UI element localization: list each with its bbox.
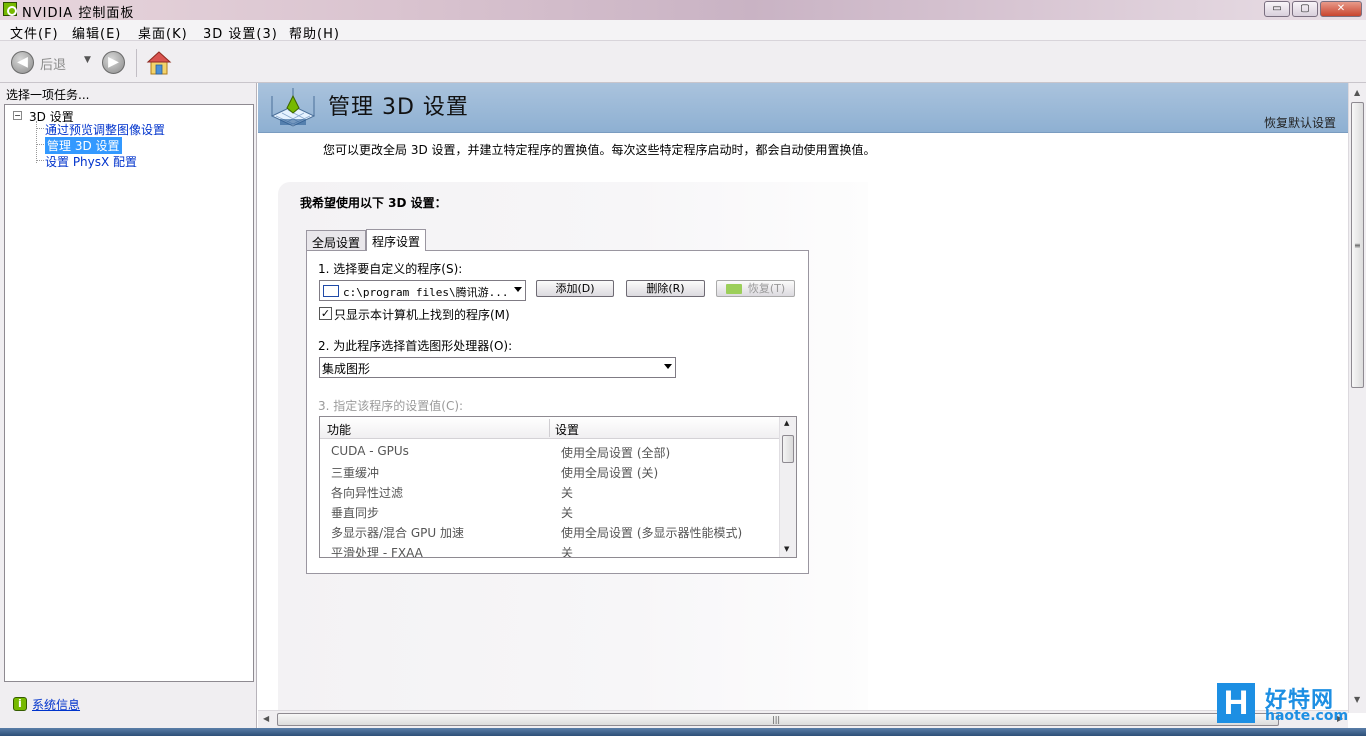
show-found-programs-label[interactable]: 只显示本计算机上找到的程序(M) <box>334 306 510 323</box>
watermark-url: haote.com <box>1265 708 1349 724</box>
maximize-button[interactable]: ▢ <box>1292 1 1318 17</box>
page-header: 管理 3D 设置 恢复默认设置 <box>258 83 1348 133</box>
menu-bar: 文件(F) 编辑(E) 桌面(K) 3D 设置(3) 帮助(H) <box>0 20 1366 42</box>
settings-list-header: 功能 设置 <box>320 417 780 439</box>
setting-cell: 使用全局设置 (全部) <box>561 446 671 460</box>
menu-desktop[interactable]: 桌面(K) <box>138 23 188 42</box>
tree-connector <box>36 160 44 161</box>
setting-cell: 关 <box>561 506 574 520</box>
chevron-down-icon <box>664 364 672 369</box>
column-divider <box>549 419 550 437</box>
section-heading: 我希望使用以下 3D 设置： <box>300 196 447 210</box>
feature-cell: 三重缓冲 <box>331 466 380 480</box>
step3-label: 3. 指定该程序的设置值(C): <box>318 399 464 413</box>
menu-file[interactable]: 文件(F) <box>10 23 59 42</box>
gpu-select[interactable]: 集成图形 <box>319 357 676 378</box>
program-settings-panel: 1. 选择要自定义的程序(S): c:\program files\腾讯游...… <box>306 250 809 574</box>
scroll-down-icon[interactable]: ▼ <box>784 545 789 553</box>
grip-icon: ≡ <box>1354 241 1361 250</box>
tab-program-settings[interactable]: 程序设置 <box>366 229 427 251</box>
setting-cell: 关 <box>561 486 574 500</box>
step1-label: 1. 选择要自定义的程序(S): <box>318 262 463 276</box>
window-title: NVIDIA 控制面板 <box>22 6 135 21</box>
watermark-logo: H <box>1217 683 1255 723</box>
tree-connector <box>36 128 44 129</box>
column-setting[interactable]: 设置 <box>555 421 579 438</box>
system-info-icon <box>13 697 27 711</box>
setting-cell: 关 <box>561 546 574 558</box>
tree-item-physx-configuration[interactable]: 设置 PhysX 配置 <box>45 153 137 170</box>
feature-cell: 垂直同步 <box>331 506 380 520</box>
column-feature[interactable]: 功能 <box>327 421 351 438</box>
collapse-icon[interactable]: − <box>13 111 22 120</box>
page-vertical-scrollbar[interactable]: ▲ ≡ ▼ <box>1348 83 1366 713</box>
scroll-up-icon[interactable]: ▲ <box>784 419 789 427</box>
content-panel: 管理 3D 设置 恢复默认设置 您可以更改全局 3D 设置，并建立特定程序的置换… <box>258 83 1366 728</box>
tree-item-adjust-image-settings[interactable]: 通过预览调整图像设置 <box>45 121 165 138</box>
table-row[interactable]: CUDA - GPUs 使用全局设置 (全部) <box>320 441 780 461</box>
delete-program-button[interactable]: 删除(R) <box>626 280 705 297</box>
back-icon[interactable]: ◀ <box>11 51 34 74</box>
page-description: 您可以更改全局 3D 设置，并建立特定程序的置换值。每次这些特定程序启动时，都会… <box>323 143 876 157</box>
horizontal-scrollbar-thumb[interactable]: ||| <box>277 713 1279 726</box>
taskbar <box>0 728 1366 736</box>
setting-cell: 使用全局设置 (多显示器性能模式) <box>561 526 743 540</box>
3d-settings-icon <box>270 88 316 127</box>
menu-edit[interactable]: 编辑(E) <box>72 23 121 42</box>
nvidia-small-icon <box>725 284 742 294</box>
vertical-scrollbar-thumb[interactable]: ≡ <box>1351 102 1364 388</box>
program-select[interactable]: c:\program files\腾讯游... <box>319 280 526 301</box>
feature-cell: 平滑处理 - FXAA <box>331 546 423 558</box>
page-title: 管理 3D 设置 <box>328 95 469 120</box>
scroll-down-icon[interactable]: ▼ <box>1354 695 1360 704</box>
task-panel: 选择一项任务... − 3D 设置 通过预览调整图像设置 管理 3D 设置 设置… <box>0 83 257 728</box>
table-row[interactable]: 平滑处理 - FXAA 关 <box>320 541 780 558</box>
home-icon[interactable] <box>146 50 172 76</box>
restore-program-button[interactable]: 恢复(T) <box>716 280 795 297</box>
scroll-up-icon[interactable]: ▲ <box>1354 88 1360 97</box>
toolbar-separator <box>136 49 137 77</box>
settings-section: 我希望使用以下 3D 设置： 全局设置 程序设置 1. 选择要自定义的程序(S)… <box>278 182 868 728</box>
back-button-label[interactable]: 后退 <box>40 54 66 73</box>
feature-cell: 各向异性过滤 <box>331 486 404 500</box>
nvidia-logo-icon <box>3 2 17 16</box>
show-found-programs-checkbox[interactable]: ✓ <box>319 307 332 320</box>
tree-connector <box>36 144 44 145</box>
table-row[interactable]: 垂直同步 关 <box>320 501 780 521</box>
program-window-icon <box>323 285 339 297</box>
chevron-down-icon <box>514 287 522 292</box>
scroll-left-icon[interactable]: ◀ <box>263 714 269 723</box>
history-dropdown-icon[interactable]: ▼ <box>84 55 91 65</box>
gpu-select-value: 集成图形 <box>322 362 371 376</box>
system-info-link[interactable]: 系统信息 <box>32 696 80 713</box>
tab-global-settings[interactable]: 全局设置 <box>306 230 367 251</box>
title-bar: NVIDIA 控制面板 ▭ ▢ ✕ <box>0 0 1366 21</box>
add-program-button[interactable]: 添加(D) <box>536 280 614 297</box>
task-prompt: 选择一项任务... <box>6 88 90 102</box>
task-tree: − 3D 设置 通过预览调整图像设置 管理 3D 设置 设置 PhysX 配置 <box>4 104 254 682</box>
restore-program-button-label: 恢复(T) <box>747 282 786 295</box>
menu-3d-settings[interactable]: 3D 设置(3) <box>203 23 278 42</box>
table-row[interactable]: 三重缓冲 使用全局设置 (关) <box>320 461 780 481</box>
program-select-value: c:\program files\腾讯游... <box>343 286 509 299</box>
forward-icon[interactable]: ▶ <box>102 51 125 74</box>
table-row[interactable]: 多显示器/混合 GPU 加速 使用全局设置 (多显示器性能模式) <box>320 521 780 541</box>
toolbar: ◀ 后退 ▼ ▶ <box>0 41 1366 83</box>
restore-defaults-link[interactable]: 恢复默认设置 <box>1264 114 1336 131</box>
step2-label: 2. 为此程序选择首选图形处理器(O): <box>318 339 513 353</box>
setting-cell: 使用全局设置 (关) <box>561 466 659 480</box>
page-horizontal-scrollbar[interactable]: ◀ ||| ▶ <box>258 710 1348 728</box>
settings-list: 功能 设置 CUDA - GPUs 使用全局设置 (全部) 三重缓冲 使用全局设… <box>319 416 797 558</box>
scrollbar-thumb[interactable] <box>782 435 794 463</box>
menu-help[interactable]: 帮助(H) <box>289 23 340 42</box>
close-button[interactable]: ✕ <box>1320 1 1362 17</box>
settings-list-scrollbar[interactable]: ▲ ▼ <box>779 417 796 557</box>
minimize-button[interactable]: ▭ <box>1264 1 1290 17</box>
grip-icon: ||| <box>772 715 781 724</box>
table-row[interactable]: 各向异性过滤 关 <box>320 481 780 501</box>
tree-item-manage-3d-settings[interactable]: 管理 3D 设置 <box>45 137 122 154</box>
feature-cell: 多显示器/混合 GPU 加速 <box>331 526 464 540</box>
feature-cell: CUDA - GPUs <box>331 444 409 458</box>
